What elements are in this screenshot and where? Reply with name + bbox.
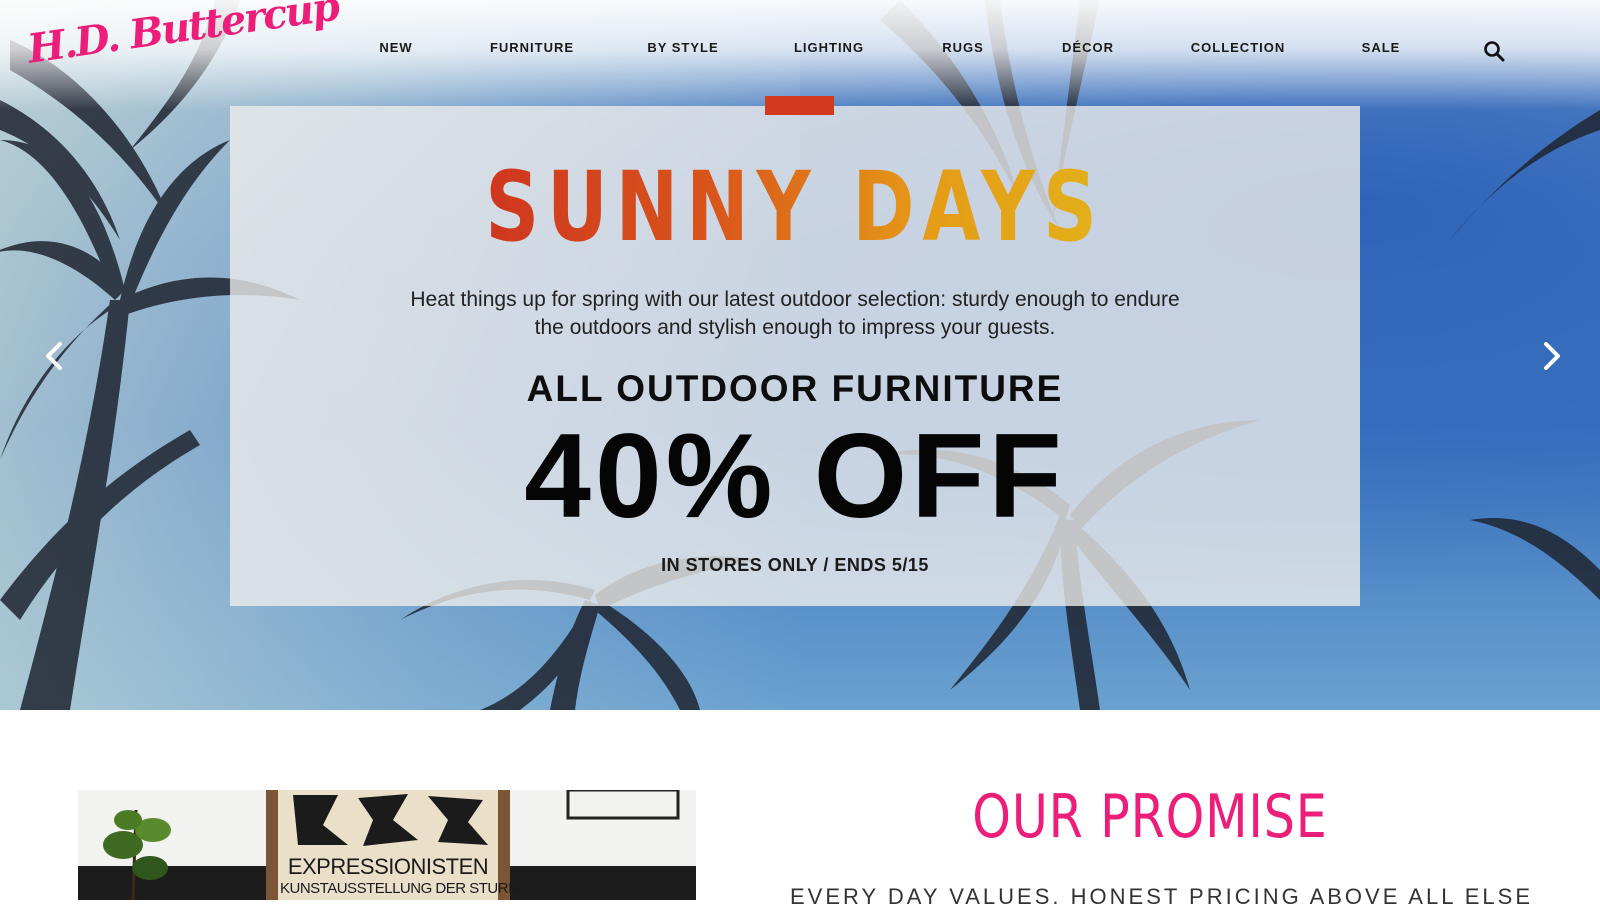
promo-description: Heat things up for spring with our lates… [410, 288, 1180, 339]
nav-item-collection[interactable]: COLLECTION [1191, 40, 1286, 55]
nav-item-new[interactable]: NEW [379, 40, 412, 55]
promo-title: SUNNY DAYS [354, 152, 1235, 262]
promo-subheading: ALL OUTDOOR FURNITURE [526, 368, 1064, 409]
nav-item-sale[interactable]: SALE [1362, 40, 1401, 55]
promo-discount: 40% OFF [524, 409, 1066, 543]
brand-logo[interactable]: H.D. Buttercup [25, 0, 341, 98]
promo-note: IN STORES ONLY / ENDS 5/15 [661, 555, 929, 575]
main-navigation: NEW FURNITURE BY STYLE LIGHTING RUGS DÉC… [340, 40, 1520, 64]
poster-subtitle: KUNSTAUSSTELLUNG DER STURM [280, 880, 521, 897]
nav-item-lighting[interactable]: LIGHTING [794, 40, 864, 55]
nav-item-decor[interactable]: DÉCOR [1062, 40, 1114, 55]
poster-frame: EXPRESSIONISTEN KUNSTAUSSTELLUNG DER STU… [266, 790, 521, 900]
promo-accent-tab [765, 96, 834, 115]
promo-panel: SUNNY DAYS Heat things up for spring wit… [230, 106, 1360, 606]
nav-item-rugs[interactable]: RUGS [942, 40, 984, 55]
nav-item-furniture[interactable]: FURNITURE [490, 40, 574, 55]
promise-subtitle: EVERY DAY VALUES. HONEST PRICING ABOVE A… [790, 884, 1533, 909]
chevron-right-icon[interactable] [1536, 338, 1566, 374]
chevron-left-icon[interactable] [40, 338, 70, 374]
poster-title: EXPRESSIONISTEN [287, 854, 489, 879]
search-icon[interactable] [1483, 40, 1505, 62]
poster-graphic [293, 794, 488, 846]
nav-item-by-style[interactable]: BY STYLE [647, 40, 718, 55]
promise-title: OUR PROMISE [972, 782, 1328, 852]
poster: EXPRESSIONISTEN KUNSTAUSSTELLUNG DER STU… [278, 790, 521, 900]
feature-image[interactable]: EXPRESSIONISTEN KUNSTAUSSTELLUNG DER STU… [78, 790, 696, 900]
